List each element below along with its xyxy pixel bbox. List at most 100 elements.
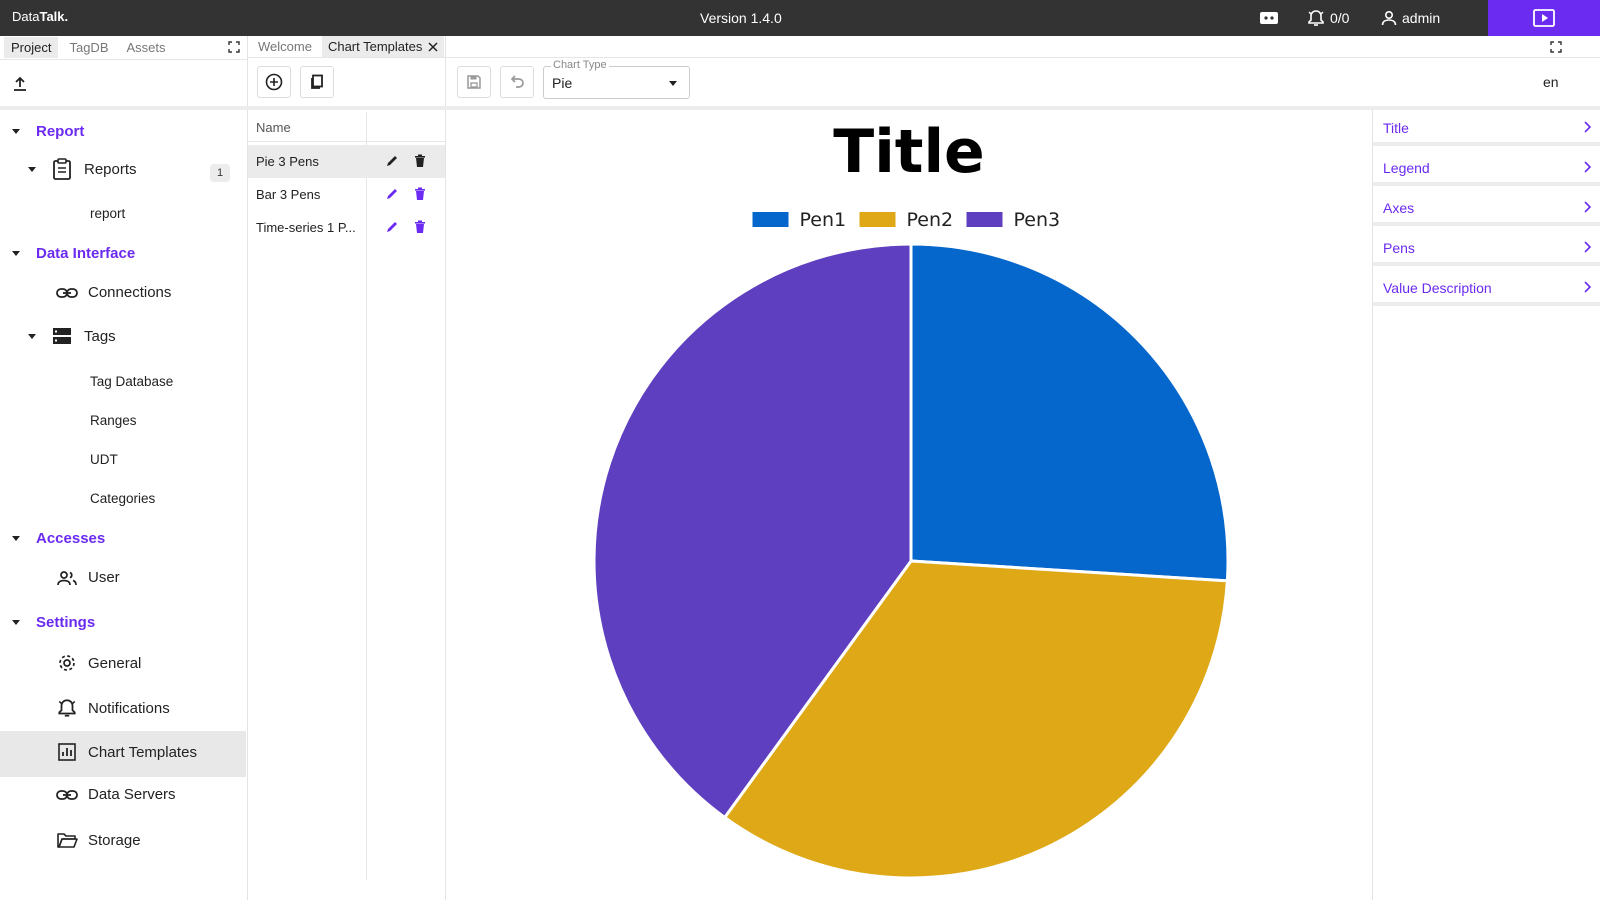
tree-item-notifications[interactable]: Notifications	[56, 697, 170, 719]
template-row[interactable]: Bar 3 Pens	[248, 178, 445, 211]
properties-panel: Title Legend Axes Pens Value Description	[1372, 110, 1600, 900]
prop-legend[interactable]: Legend	[1373, 150, 1600, 186]
prop-value-description[interactable]: Value Description	[1373, 270, 1600, 306]
folder-open-icon	[57, 833, 78, 848]
tree-item-label: User	[88, 569, 120, 586]
language-selector[interactable]: en	[1543, 74, 1559, 90]
prop-label: Pens	[1383, 240, 1415, 256]
tree-item-label: Reports	[84, 160, 137, 178]
template-name: Pie 3 Pens	[256, 154, 319, 169]
fullscreen-icon[interactable]	[227, 40, 241, 54]
tree-item-label: Chart Templates	[88, 743, 197, 761]
present-button[interactable]	[1488, 0, 1600, 36]
tree-item-label: General	[88, 654, 142, 672]
duplicate-template-button[interactable]	[300, 66, 334, 98]
caret-down-icon	[12, 251, 20, 256]
delete-trash-icon[interactable]	[412, 186, 428, 202]
tab-assets[interactable]: Assets	[120, 37, 173, 58]
edit-pencil-icon[interactable]	[384, 186, 400, 202]
chart-legend: Pen1 Pen2 Pen3	[752, 209, 1061, 231]
template-row[interactable]: Pie 3 Pens	[248, 145, 445, 178]
edit-pencil-icon[interactable]	[384, 153, 400, 169]
pie-slice[interactable]	[909, 242, 1230, 583]
prop-pens[interactable]: Pens	[1373, 230, 1600, 266]
chevron-right-icon	[1584, 121, 1591, 133]
chevron-right-icon	[1584, 281, 1591, 293]
prop-label: Title	[1383, 120, 1409, 136]
legend-label: Pen3	[1014, 209, 1061, 231]
tree-item-general[interactable]: General	[56, 652, 141, 674]
delete-trash-icon[interactable]	[412, 219, 428, 235]
template-row[interactable]: Time-series 1 P...	[248, 211, 445, 244]
clipboard-icon	[53, 158, 71, 180]
copy-icon	[311, 74, 323, 89]
link-icon	[56, 287, 78, 298]
top-bar: DataTalk. Version 1.4.0 0/0 admin	[0, 0, 1600, 36]
chart-type-label: Chart Type	[551, 59, 609, 71]
prop-title[interactable]: Title	[1373, 110, 1600, 146]
brand-bold: Talk.	[39, 9, 69, 24]
tree-item-user[interactable]: User	[56, 569, 120, 586]
template-name: Time-series 1 P...	[256, 220, 356, 235]
upload-icon[interactable]	[12, 76, 28, 92]
reports-count-badge: 1	[210, 164, 230, 182]
tree-item-connections[interactable]: Connections	[56, 284, 171, 301]
notifications-button[interactable]: 0/0	[1306, 0, 1349, 36]
column-header-name[interactable]: Name	[248, 112, 366, 142]
legend-swatch[interactable]	[966, 212, 1003, 227]
document-tabs: Welcome Chart Templates	[248, 36, 1600, 58]
tree-section-label: Settings	[36, 614, 96, 631]
chevron-right-icon	[1584, 241, 1591, 253]
undo-button[interactable]	[500, 66, 534, 98]
chart-type-value: Pie	[552, 75, 573, 91]
tree-section-data-interface[interactable]: Data Interface	[12, 245, 135, 262]
legend-swatch[interactable]	[752, 212, 789, 227]
tree-item-data-servers[interactable]: Data Servers	[56, 786, 176, 803]
tree-item-ranges[interactable]: Ranges	[90, 413, 137, 428]
tree-section-label: Data Interface	[36, 245, 136, 262]
tab-tagdb[interactable]: TagDB	[62, 37, 115, 58]
caret-down-icon	[28, 333, 36, 339]
chat-button[interactable]	[1259, 0, 1279, 36]
tree-section-report[interactable]: Report	[12, 123, 84, 140]
caret-down-icon	[28, 166, 36, 172]
template-name: Bar 3 Pens	[256, 187, 321, 202]
column-header-actions	[366, 112, 445, 142]
tree-section-settings[interactable]: Settings	[12, 614, 95, 631]
save-button[interactable]	[457, 66, 491, 98]
tree-item-chart-templates[interactable]: Chart Templates	[56, 741, 197, 763]
prop-label: Value Description	[1383, 280, 1492, 296]
tree-section-label: Report	[36, 123, 85, 140]
tree-item-categories[interactable]: Categories	[90, 491, 155, 506]
tree-item-storage[interactable]: Storage	[56, 831, 141, 849]
legend-swatch[interactable]	[859, 212, 896, 227]
tree-item-tag-database[interactable]: Tag Database	[90, 374, 173, 389]
alarm-bell-icon	[58, 699, 76, 717]
add-template-button[interactable]	[257, 66, 291, 98]
fullscreen-icon[interactable]	[1549, 40, 1563, 54]
tree-section-label: Accesses	[36, 530, 106, 547]
chevron-right-icon	[1584, 201, 1591, 213]
edit-pencil-icon[interactable]	[384, 219, 400, 235]
people-icon	[57, 570, 77, 585]
bar-chart-icon	[58, 743, 76, 761]
brand-logo: DataTalk.	[12, 9, 68, 24]
dropdown-arrow-icon	[669, 81, 677, 86]
user-menu[interactable]: admin	[1380, 0, 1440, 36]
chart-type-select[interactable]: Chart Type Pie	[543, 59, 690, 99]
tree-item-reports[interactable]: Reports	[28, 158, 137, 180]
tree-item-udt[interactable]: UDT	[90, 452, 118, 467]
delete-trash-icon[interactable]	[412, 153, 428, 169]
left-divider	[0, 106, 248, 110]
tree-item-report[interactable]: report	[90, 206, 125, 221]
tab-project[interactable]: Project	[4, 37, 59, 58]
brand-prefix: Data	[12, 9, 40, 24]
notifications-count: 0/0	[1330, 10, 1350, 26]
tree-item-label: Storage	[88, 831, 141, 849]
undo-icon	[510, 75, 524, 88]
tree-item-tags[interactable]: Tags	[28, 326, 116, 346]
tree-section-accesses[interactable]: Accesses	[12, 530, 105, 547]
version-label: Version 1.4.0	[700, 10, 782, 26]
alarm-bell-icon	[1308, 10, 1324, 26]
prop-axes[interactable]: Axes	[1373, 190, 1600, 226]
